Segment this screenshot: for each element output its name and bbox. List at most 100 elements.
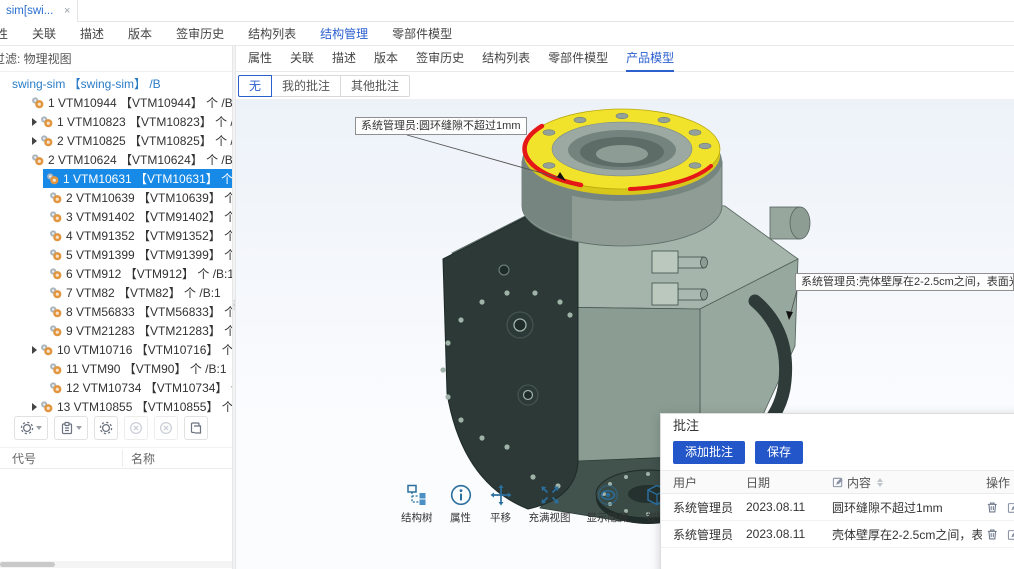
tree-item[interactable]: 3 VTM91402 【VTM91402】 个 /B:1 [0, 207, 232, 226]
tree-item[interactable]: 5 VTM91399 【VTM91399】 个 /B:1 [0, 245, 232, 264]
window-tab-bar: sim[swi... × [0, 0, 1014, 22]
annotation-table-header: 用户 日期 内容 操作 [661, 470, 1014, 494]
tree-item[interactable]: 7 VTM82 【VTM82】 个 /B:1 [0, 283, 232, 302]
tree-item[interactable]: 1 VTM10823 【VTM10823】 个 /B:1 [0, 112, 232, 131]
tree-item[interactable]: 10 VTM10716 【VTM10716】 个 /B:1 [0, 340, 232, 359]
filter-other-annotations-button[interactable]: 其他批注 [340, 75, 410, 97]
tab-structure-list[interactable]: 结构列表 [482, 46, 530, 72]
tab-relations[interactable]: 关联 [290, 46, 314, 72]
filter-row[interactable]: 过滤: 物理视图 [0, 46, 232, 72]
edit-icon [832, 476, 844, 488]
copy-document-button[interactable] [184, 416, 208, 440]
tree-item[interactable]: 2 VTM10624 【VTM10624】 个 /B:1 [0, 150, 232, 169]
tab-product-model[interactable]: 产品模型 [626, 46, 674, 72]
filter-label: 过滤: 物理视图 [0, 52, 72, 66]
part-icon [49, 324, 62, 337]
structure-tree: swing-sim 【swing-sim】 /B 1 VTM10944 【VTM… [0, 72, 232, 416]
part-icon [40, 115, 53, 128]
column-ops: 操作 [982, 474, 1014, 491]
tree-item[interactable]: 11 VTM90 【VTM90】 个 /B:1 [0, 359, 232, 378]
close-tab-icon[interactable]: × [64, 5, 70, 17]
horizontal-scrollbar[interactable] [0, 561, 232, 568]
tree-item[interactable]: 8 VTM56833 【VTM56833】 个 /B:1 [0, 302, 232, 321]
document-tab[interactable]: sim[swi... × [0, 0, 78, 22]
pan-tool[interactable]: 平移 [489, 483, 513, 525]
tab-version[interactable]: 版本 [374, 46, 398, 72]
gear-icon [99, 421, 113, 435]
filter-my-annotations-button[interactable]: 我的批注 [271, 75, 341, 97]
add-annotation-button[interactable]: 添加批注 [673, 441, 745, 464]
sort-icon[interactable] [877, 478, 883, 487]
part-icon [49, 381, 62, 394]
filter-none-button[interactable]: 无 [238, 75, 272, 97]
delete-icon[interactable] [986, 501, 999, 514]
info-icon [449, 483, 473, 507]
part-icon [46, 172, 59, 185]
gear-icon [20, 421, 34, 435]
part-icon [49, 229, 62, 242]
document-copy-icon [189, 421, 203, 435]
part-icon [49, 248, 62, 261]
model-viewport[interactable]: 系统管理员:圆环缝隙不超过1mm 系统管理员:壳体壁厚在2-2.5cm之间，表面… [236, 99, 1014, 569]
show-annotation-icon[interactable] [1007, 528, 1014, 541]
part-icon [49, 191, 62, 204]
show-annotation-icon[interactable] [1007, 501, 1014, 514]
tree-item[interactable]: 12 VTM10734 【VTM10734】 个 /B:1 [0, 378, 232, 397]
properties-tool[interactable]: 属性 [449, 483, 473, 525]
tree-icon [405, 483, 429, 507]
save-annotation-button[interactable]: 保存 [755, 441, 803, 464]
tab-properties[interactable]: 属性 [248, 46, 272, 72]
column-content[interactable]: 内容 [832, 474, 982, 491]
menu-item-properties[interactable]: 属性 [0, 25, 8, 42]
tree-item[interactable]: 2 VTM10639 【VTM10639】 个 /B:1 [0, 188, 232, 207]
eye-icon [596, 483, 620, 507]
column-name[interactable]: 名称 [122, 450, 232, 467]
menu-item-description[interactable]: 描述 [80, 25, 104, 42]
annotation-row[interactable]: 系统管理员 2023.08.11 壳体壁厚在2-2.5cm之间，表面光滑无磨痕 [661, 521, 1014, 548]
result-table-header: 代号 名称 [0, 447, 232, 469]
tab-review-history[interactable]: 签审历史 [416, 46, 464, 72]
menu-item-review-history[interactable]: 签审历史 [176, 25, 224, 42]
annotation-callout-ring[interactable]: 系统管理员:圆环缝隙不超过1mm [355, 117, 527, 135]
clipboard-icon [60, 421, 74, 435]
part-icon [49, 286, 62, 299]
fit-view-tool[interactable]: 充满视图 [529, 483, 571, 525]
menu-item-part-model[interactable]: 零部件模型 [392, 25, 452, 42]
tree-root[interactable]: swing-sim 【swing-sim】 /B [0, 74, 232, 93]
tree-item-selected[interactable]: 1 VTM10631 【VTM10631】 个 /B:1 [0, 169, 232, 188]
tree-toolbar [0, 409, 232, 447]
settings-dropdown-button[interactable] [14, 416, 48, 440]
tree-item[interactable]: 1 VTM10944 【VTM10944】 个 /B:1 [0, 93, 232, 112]
tree-item[interactable]: 4 VTM91352 【VTM91352】 个 /B:1 [0, 226, 232, 245]
menu-item-structure-list[interactable]: 结构列表 [248, 25, 296, 42]
detail-tab-bar: 属性 关联 描述 版本 签审历史 结构列表 零部件模型 产品模型 [236, 46, 1014, 72]
column-code[interactable]: 代号 [0, 450, 122, 467]
clipboard-dropdown-button[interactable] [54, 416, 88, 440]
part-icon [49, 362, 62, 375]
scrollbar-thumb[interactable] [0, 562, 55, 567]
document-tab-title: sim[swi... [6, 5, 58, 17]
move-icon [489, 483, 513, 507]
tab-description[interactable]: 描述 [332, 46, 356, 72]
show-hide-tool[interactable]: 显示隐藏 [587, 483, 629, 525]
tree-item[interactable]: 6 VTM912 【VTM912】 个 /B:1 [0, 264, 232, 283]
menu-item-relations[interactable]: 关联 [32, 25, 56, 42]
part-icon [40, 134, 53, 147]
column-date[interactable]: 日期 [746, 474, 832, 491]
part-icon [49, 305, 62, 318]
tree-item[interactable]: 9 VTM21283 【VTM21283】 个 /B:1 [0, 321, 232, 340]
configure-button[interactable] [94, 416, 118, 440]
annotation-callout-wall[interactable]: 系统管理员:壳体壁厚在2-2.5cm之间，表面光滑无磨痕 [795, 273, 1014, 291]
menu-item-version[interactable]: 版本 [128, 25, 152, 42]
tree-item[interactable]: 2 VTM10825 【VTM10825】 个 /B:1 [0, 131, 232, 150]
delete-icon[interactable] [986, 528, 999, 541]
annotation-panel: 批注 添加批注 保存 用户 日期 内容 操作 系统管理员 2023.08.11 … [660, 413, 1014, 569]
column-user[interactable]: 用户 [661, 474, 746, 491]
menu-item-structure-manage[interactable]: 结构管理 [320, 25, 368, 42]
annotation-row[interactable]: 系统管理员 2023.08.11 圆环缝隙不超过1mm [661, 494, 1014, 521]
tab-part-model[interactable]: 零部件模型 [548, 46, 608, 72]
part-icon [31, 96, 44, 109]
structure-tree-tool[interactable]: 结构树 [401, 483, 433, 525]
annotation-filter-group: 无 我的批注 其他批注 [236, 72, 1014, 99]
chevron-down-icon [76, 426, 82, 430]
